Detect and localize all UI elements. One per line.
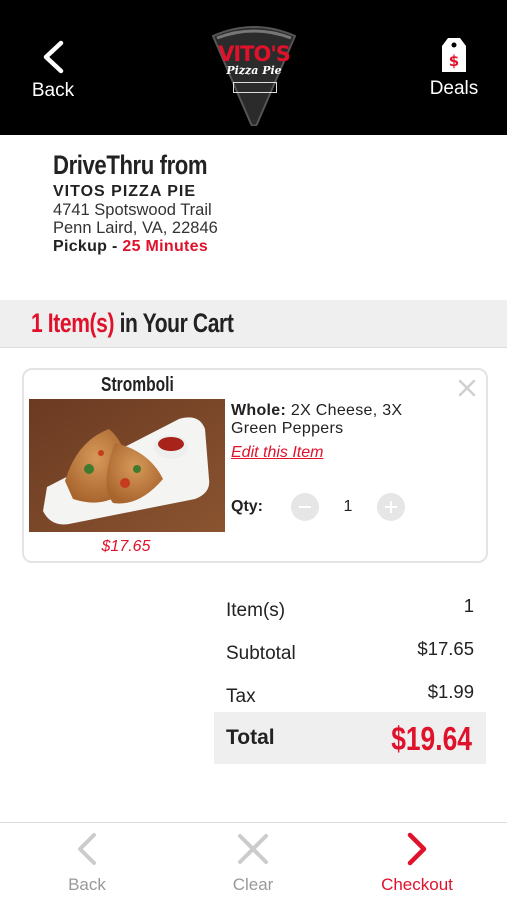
cart-item-count: 1 Item(s) xyxy=(31,308,115,338)
logo-badge xyxy=(233,82,277,93)
order-type-title: DriveThru from xyxy=(53,150,208,180)
vitos-logo: VITO'S Pizza Pie xyxy=(207,22,301,126)
total-value: $19.64 xyxy=(391,720,472,757)
pickup-time: 25 Minutes xyxy=(122,238,209,255)
summary-items-row: Item(s) 1 xyxy=(214,590,486,633)
pickup-info: Pickup - 25 Minutes xyxy=(53,238,241,256)
order-summary: Item(s) 1 Subtotal $17.65 Tax $1.99 Tota… xyxy=(214,590,486,764)
pickup-label: Pickup - xyxy=(53,238,118,255)
tax-value: $1.99 xyxy=(427,681,474,702)
bottom-back-button[interactable]: Back xyxy=(37,831,137,895)
item-price: $17.65 xyxy=(101,538,151,555)
cart-heading-text: in Your Cart xyxy=(119,308,234,338)
chevron-left-icon xyxy=(43,40,64,74)
item-name: Stromboli xyxy=(101,374,174,396)
cart-heading: 1 Item(s) in Your Cart xyxy=(31,308,234,339)
cart-item-card: Stromboli $17.65 Whole: 2X Cheese, 3X Gr… xyxy=(22,368,488,563)
checkout-button[interactable]: Checkout xyxy=(367,831,467,895)
subtotal-value: $17.65 xyxy=(417,638,474,659)
item-photo xyxy=(29,399,225,532)
close-icon xyxy=(458,379,476,397)
address-line-2: Penn Laird, VA, 22846 xyxy=(53,219,218,237)
svg-text:$: $ xyxy=(449,52,459,70)
summary-total-row: Total $19.64 xyxy=(214,712,486,764)
chevron-right-icon xyxy=(407,832,427,866)
items-label: Item(s) xyxy=(226,600,286,621)
qty-decrease-button[interactable] xyxy=(291,493,319,521)
deals-button[interactable]: $ Deals xyxy=(423,36,485,100)
location-info: DriveThru from VITOS PIZZA PIE 4741 Spot… xyxy=(53,150,241,256)
deals-label: Deals xyxy=(429,78,479,99)
bottom-back-label: Back xyxy=(68,875,106,894)
qty-increase-button[interactable] xyxy=(377,493,405,521)
checkout-label: Checkout xyxy=(381,875,453,894)
logo-subtext: Pizza Pie xyxy=(226,64,282,77)
chevron-left-icon xyxy=(78,833,96,865)
back-button[interactable]: Back xyxy=(22,40,84,102)
total-label: Total xyxy=(226,726,275,749)
price-tag-icon: $ xyxy=(442,38,466,72)
bottom-action-bar: Back Clear Checkout xyxy=(0,822,507,901)
back-label: Back xyxy=(31,80,75,101)
address-line-1: 4741 Spotswood Trail xyxy=(53,201,212,219)
qty-label: Qty: xyxy=(231,498,263,515)
store-name: VITOS PIZZA PIE xyxy=(53,183,197,200)
item-options: Whole: 2X Cheese, 3X Green Peppers xyxy=(231,402,451,438)
logo-wordmark: VITO'S xyxy=(218,42,291,66)
close-icon xyxy=(238,834,268,864)
clear-cart-button[interactable]: Clear xyxy=(203,831,303,895)
item-size-label: Whole: xyxy=(231,402,287,419)
cart-heading-band: 1 Item(s) in Your Cart xyxy=(0,300,507,348)
tax-label: Tax xyxy=(226,686,256,707)
top-nav-bar: Back VITO'S Pizza Pie $ Deals xyxy=(0,0,507,135)
items-value: 1 xyxy=(463,595,474,616)
edit-item-link[interactable]: Edit this Item xyxy=(231,444,323,462)
remove-item-button[interactable] xyxy=(457,378,477,398)
clear-label: Clear xyxy=(232,875,274,894)
subtotal-label: Subtotal xyxy=(226,643,296,664)
summary-subtotal-row: Subtotal $17.65 xyxy=(214,633,486,676)
qty-value: 1 xyxy=(343,498,353,515)
